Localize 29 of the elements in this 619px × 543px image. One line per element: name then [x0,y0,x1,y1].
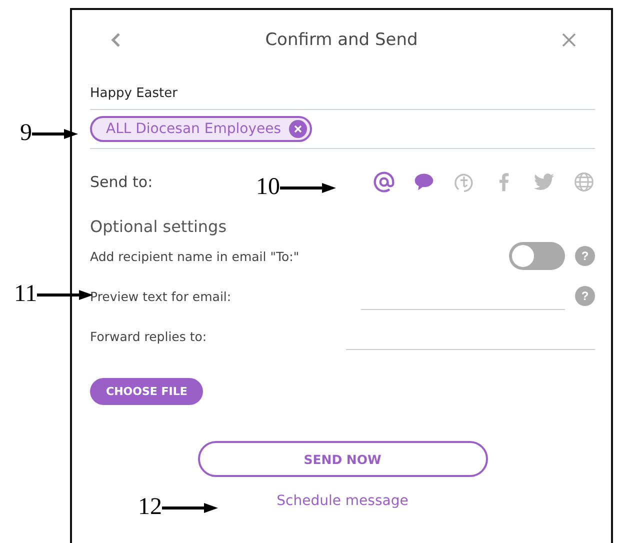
setting-label: Preview text for email: [90,288,232,304]
callout-arrow [162,502,218,512]
choose-file-button[interactable]: CHOOSE FILE [90,378,204,405]
help-button[interactable]: ? [575,286,595,306]
send-now-button[interactable]: SEND NOW [198,441,488,477]
subject-text: Happy Easter [90,70,595,110]
speech-bubble-icon[interactable] [413,171,435,193]
setting-label: Forward replies to: [90,328,208,344]
callout-number: 11 [14,281,38,308]
callout-number: 9 [20,120,32,147]
bird-icon[interactable] [533,171,555,193]
remove-icon[interactable] [289,120,307,138]
close-icon[interactable] [561,32,577,48]
at-sign-icon[interactable] [373,171,395,193]
globe-icon[interactable] [573,171,595,193]
app-logo-icon[interactable] [453,171,475,193]
help-button[interactable]: ? [575,246,595,266]
send-to-label: Send to: [90,173,153,191]
callout-number: 12 [138,494,162,521]
setting-label: Add recipient name in email "To:" [90,248,300,264]
recipient-label: ALL Diocesan Employees [106,121,281,137]
dialog-title: Confirm and Send [265,30,418,50]
callout-arrow [32,128,78,138]
section-heading: Optional settings [90,216,228,236]
callout-number: 10 [256,174,280,201]
schedule-link[interactable]: Schedule message [276,493,408,509]
toggle-switch[interactable] [509,242,565,270]
back-icon[interactable] [110,32,122,48]
callout-arrow [280,182,336,192]
